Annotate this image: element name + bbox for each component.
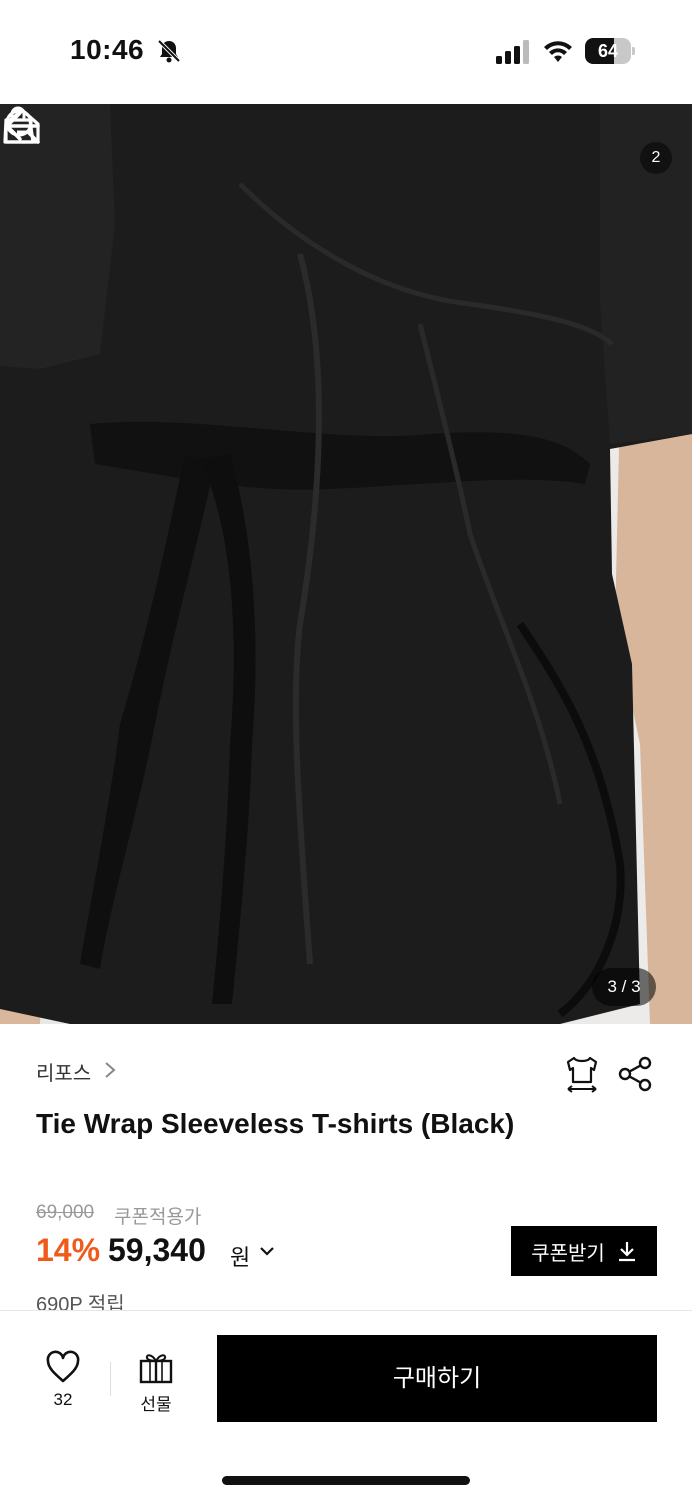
gift-icon [139,1354,173,1384]
battery-icon: 64 [585,38,635,64]
product-title: Tie Wrap Sleeveless T-shirts (Black) [36,1108,515,1139]
download-icon [618,1242,635,1262]
wifi-icon [544,41,572,62]
discount-rate: 14% [36,1232,101,1268]
original-price: 69,000 [36,1202,95,1223]
gift-label: 선물 [140,1395,172,1414]
brand-link[interactable]: 리포스 [36,1057,91,1086]
size-guide-icon[interactable] [562,1054,602,1094]
image-counter: 3 / 3 [592,968,656,1006]
share-icon[interactable] [616,1056,654,1092]
signal-icon [496,40,529,64]
shopping-bag-icon[interactable] [0,104,44,148]
sale-price: 59,340 [108,1232,206,1268]
bell-muted-icon [157,39,181,63]
chevron-right-icon [105,1062,116,1078]
status-time: 10:46 [70,34,145,65]
divider [110,1362,111,1396]
currency-label[interactable]: 원 [230,1240,250,1272]
cart-count-badge: 2 [640,142,672,174]
battery-level: 64 [597,41,619,61]
product-photo [0,104,692,1024]
status-bar: 10:46 64 [0,0,692,104]
coupon-price-note: 쿠폰적용가 [114,1207,202,1228]
like-count: 32 [53,1390,73,1409]
gift-button[interactable]: 선물 [126,1350,186,1414]
like-button[interactable]: 32 [30,1350,96,1414]
product-image[interactable]: 2 3 / 3 [0,104,692,1024]
chevron-down-icon[interactable] [258,1242,276,1260]
home-indicator [222,1476,470,1485]
get-coupon-label: 쿠폰받기 [531,1242,605,1265]
heart-icon [46,1350,80,1383]
get-coupon-button[interactable]: 쿠폰받기 [511,1226,657,1276]
buy-button[interactable]: 구매하기 [217,1335,657,1422]
